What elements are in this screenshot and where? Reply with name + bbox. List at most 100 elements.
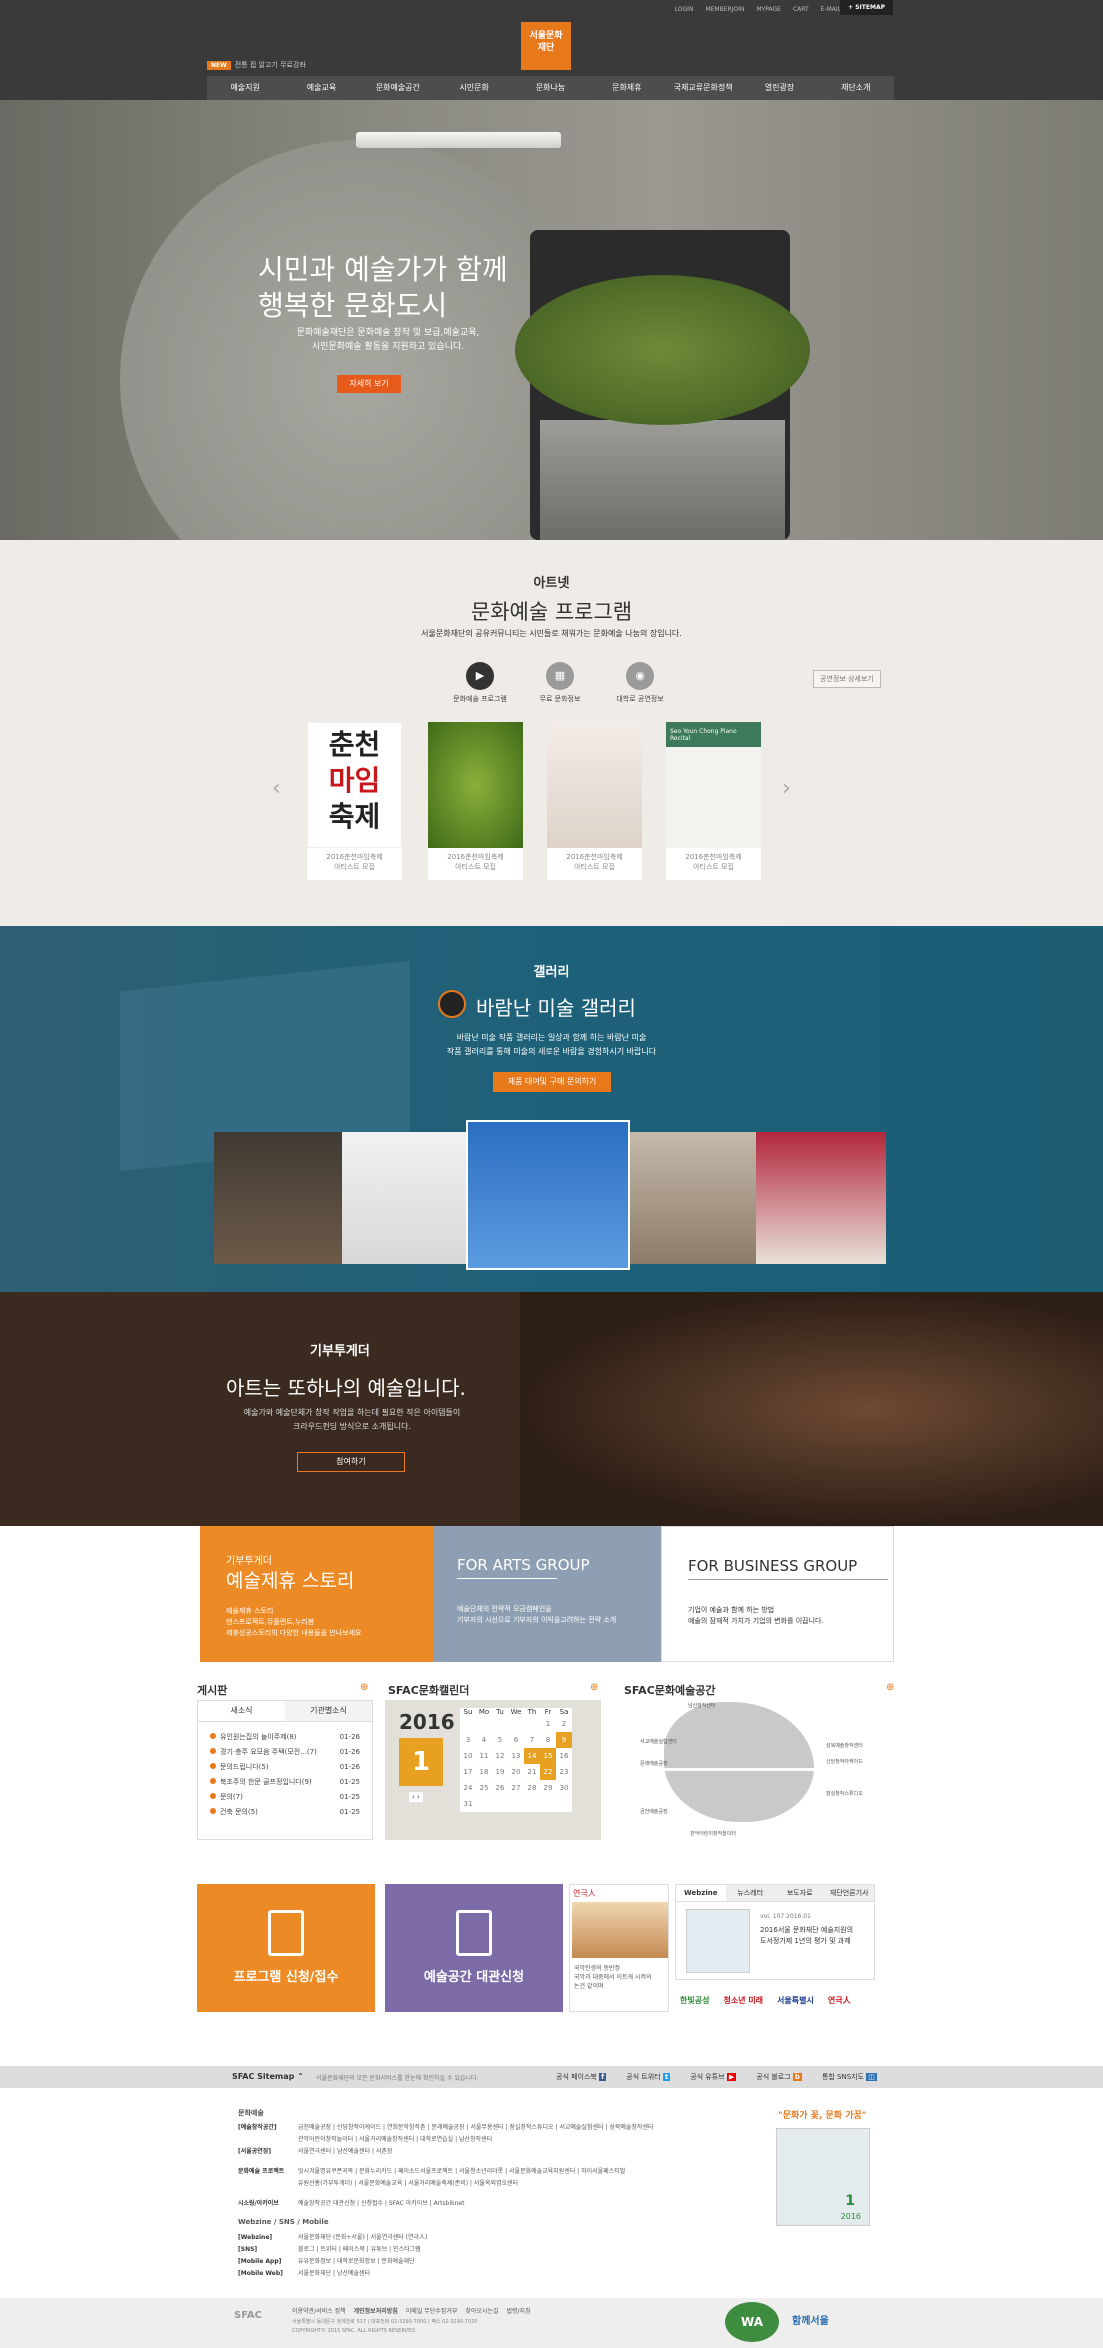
nav-item[interactable]: 열린광장 [741,76,817,100]
site-logo[interactable]: 서울문화재단 [521,22,571,70]
calendar-day[interactable]: 21 [524,1764,540,1780]
tab-media[interactable]: 재단언론기사 [824,1885,874,1901]
list-item[interactable]: 문의드립니다(5) 01-26 [210,1760,360,1775]
nav-item[interactable]: 예술지원 [207,76,283,100]
calendar-day[interactable]: 29 [540,1780,556,1796]
login-link[interactable]: LOGIN [675,6,694,13]
partner-logo[interactable]: 서울특별시 [777,1995,814,2006]
calendar-day[interactable]: 27 [508,1780,524,1796]
icon-label[interactable]: 대학로 공연정보 [595,694,685,704]
twitter-link[interactable]: 공식 트위터 t [626,2072,671,2082]
story-card-arts-group[interactable]: FOR ARTS GROUP 예술단체의 전략적 모금캠페인을 기부자의 시선으… [433,1526,661,1662]
gallery-inquiry-button[interactable]: 제품 대여및 구매 문의하기 [493,1072,611,1092]
blog-link[interactable]: 공식 블로그 b [756,2072,802,2082]
calendar-day[interactable]: 17 [460,1764,476,1780]
calendar-day[interactable]: 12 [492,1748,508,1764]
calendar-day[interactable]: 26 [492,1780,508,1796]
camera-icon[interactable]: ◉ [626,662,654,690]
header-notice[interactable]: NEW 전통 접 알고기 무료강좌 [207,60,306,70]
sitemap-toggle[interactable]: SFAC Sitemap ⌃ [232,2072,304,2081]
calendar-day[interactable]: 4 [476,1732,492,1748]
story-card-arts-partnership[interactable]: 기부투게더 예술제휴 스토리 예술제휴 스토리 댄스프로젝트,뮤플렌트,누리봄 … [200,1526,433,1662]
list-item[interactable]: 건축 문의(5) 01-25 [210,1805,360,1820]
map-label[interactable]: 신당창작아케이드 [826,1758,863,1765]
icon-label[interactable]: 무료 문화정보 [515,694,605,704]
list-item[interactable]: 경기·충주 요모음 주택(모전...(7) 01-26 [210,1745,360,1760]
artwork-image[interactable] [214,1132,342,1264]
hero-more-button[interactable]: 자세히 보기 [337,375,401,393]
prev-arrow-icon[interactable]: ‹ [272,776,281,801]
nav-item[interactable]: 문화나눔 [512,76,588,100]
email-link[interactable]: E-MAIL [821,6,841,13]
cart-link[interactable]: CART [793,6,809,13]
artwork-image[interactable] [756,1132,886,1264]
artwork-image[interactable] [630,1132,756,1264]
program-card[interactable]: 춘천 마임 축제 2016춘천마임축제 아티스트 모집 [307,722,402,880]
map-label[interactable]: 서교예술실험센터 [640,1738,677,1745]
memberjoin-link[interactable]: MEMBERJOIN [705,6,744,13]
program-card[interactable]: 2016춘천마임축제 아티스트 모집 [547,722,642,880]
map-label[interactable]: 잠실창작스튜디오 [826,1790,863,1797]
tab-org-news[interactable]: 기관별소식 [285,1701,372,1721]
email-policy-link[interactable]: 이메일 무단수집거부 [406,2306,458,2315]
calendar-plus-icon[interactable]: ⊕ [590,1682,598,1693]
partner-logo[interactable]: 한빛공성 [680,1995,709,2006]
nav-item[interactable]: 예술교육 [283,76,359,100]
calendar-day[interactable]: 31 [460,1796,476,1812]
calendar-day[interactable]: 30 [556,1780,572,1796]
calendar-day[interactable]: 14 [524,1748,540,1764]
spaces-plus-icon[interactable]: ⊕ [886,1682,894,1693]
calendar-day[interactable]: 10 [460,1748,476,1764]
donate-join-button[interactable]: 참여하기 [297,1452,405,1472]
artnet-more-button[interactable]: 공연정보 상세보기 [813,670,881,688]
calendar-prev-next[interactable]: ‹ › [409,1792,423,1802]
map-label[interactable]: 성북예술창작센터 [826,1742,863,1749]
calendar-day[interactable]: 1 [540,1716,556,1732]
list-item[interactable]: 북조주의 한문 골프정입니다(9) 01-25 [210,1775,360,1790]
calendar-day[interactable]: 15 [540,1748,556,1764]
tab-news[interactable]: 새소식 [198,1701,285,1721]
calendar-day[interactable]: 8 [540,1732,556,1748]
calendar-day[interactable]: 3 [460,1732,476,1748]
artwork-image-featured[interactable] [466,1120,630,1270]
calendar-day[interactable]: 18 [476,1764,492,1780]
calendar-day[interactable]: 23 [556,1764,572,1780]
map-label[interactable]: 남산창작센터 [688,1702,716,1709]
partner-logo[interactable]: 청소년 미래 [723,1995,763,2006]
calendar-day[interactable]: 20 [508,1764,524,1780]
map-label[interactable]: 문래예술공장 [640,1760,668,1767]
calendar-day[interactable]: 19 [492,1764,508,1780]
icon-label[interactable]: 문화예술 프로그램 [435,694,525,704]
nav-item[interactable]: 국제교류문화정책 [665,76,741,100]
artwork-image[interactable] [342,1132,466,1264]
nav-item[interactable]: 시민문화 [436,76,512,100]
calendar-day[interactable]: 2 [556,1716,572,1732]
magazine-cover[interactable]: 1 2016 [776,2128,870,2226]
tab-newsletter[interactable]: 뉴스레터 [725,1885,775,1901]
theater-promo[interactable]: 연극人 국악인생의 동반정 국악과 대중에서 이트게 시켜의 논건 같이며 [569,1884,669,2012]
terms-link[interactable]: 이용약관/서비스 정책 [292,2306,346,2315]
seoul-map[interactable] [664,1702,814,1822]
nav-item[interactable]: 재단소개 [818,76,894,100]
directions-link[interactable]: 찾아오시는길 [465,2306,498,2315]
list-item[interactable]: 유인원는집의 놀이주제(8) 01-26 [210,1730,360,1745]
calendar-day[interactable]: 25 [476,1780,492,1796]
webzine-cover[interactable] [686,1909,750,1973]
law-link[interactable]: 법령/지침 [507,2306,531,2315]
calendar-day[interactable]: 11 [476,1748,492,1764]
sns-map-link[interactable]: 통합 SNS지도 ◫ [822,2072,877,2082]
calendar-day[interactable]: 16 [556,1748,572,1764]
calendar-day[interactable]: 28 [524,1780,540,1796]
calendar-day[interactable]: 13 [508,1748,524,1764]
board-plus-icon[interactable]: ⊕ [360,1682,368,1693]
sitemap-button[interactable]: + SITEMAP [840,0,893,15]
calendar-icon[interactable]: ▦ [546,662,574,690]
calendar-day[interactable]: 9 [556,1732,572,1748]
nav-item[interactable]: 문화예술공간 [360,76,436,100]
youtube-link[interactable]: 공식 유튜브 ▶ [690,2072,737,2082]
program-card[interactable]: Seo Youn Chong Piano Recital 2016춘천마임축제 아… [666,722,761,880]
program-apply-tile[interactable]: 프로그램 신청/접수 [197,1884,375,2012]
calendar-day[interactable]: 7 [524,1732,540,1748]
calendar-day[interactable]: 24 [460,1780,476,1796]
calendar-day[interactable]: 6 [508,1732,524,1748]
